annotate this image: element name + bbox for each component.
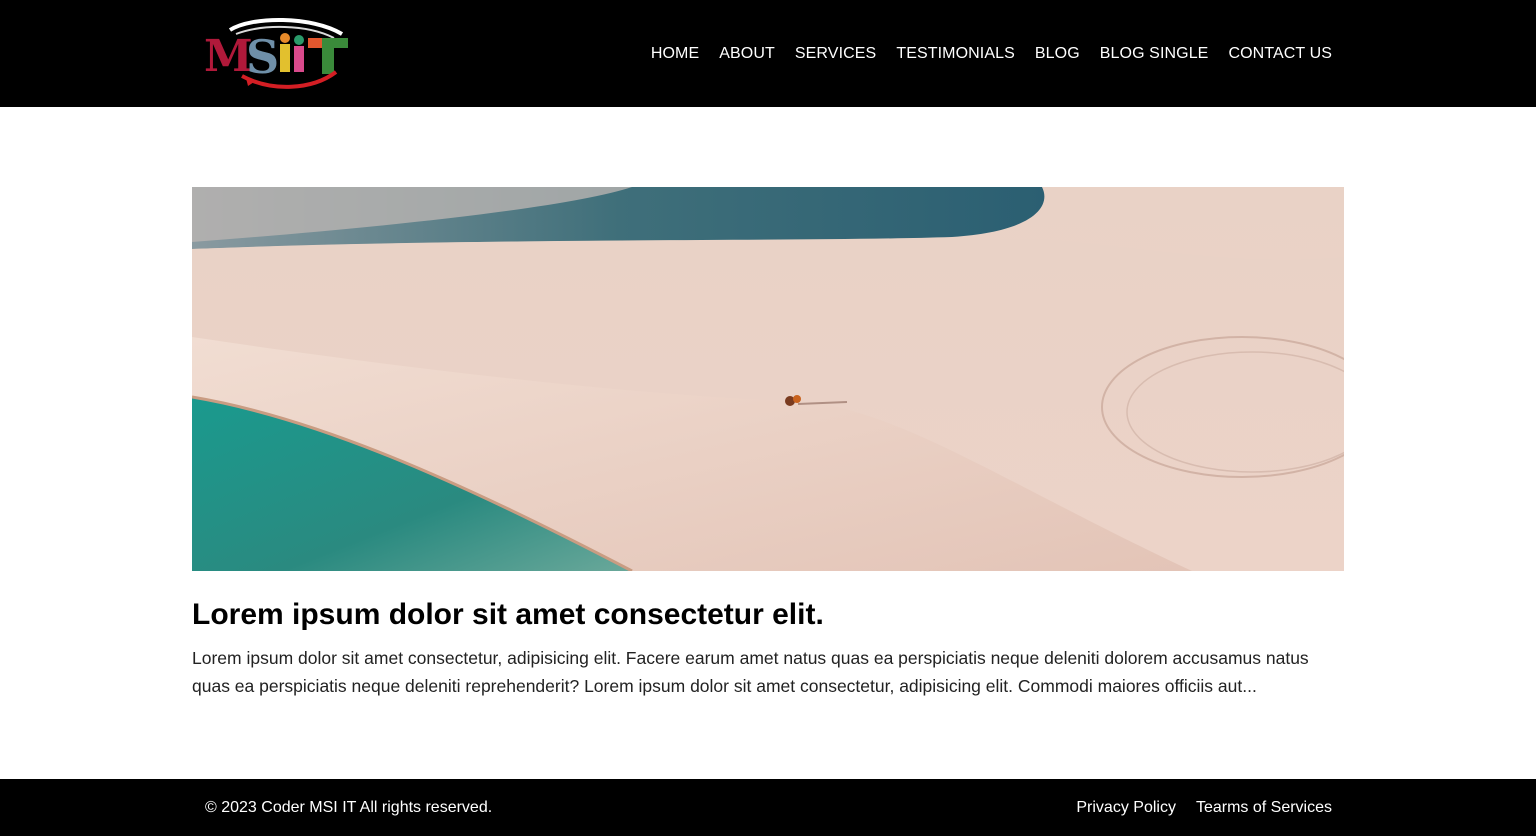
desert-lagoon-image [192, 187, 1344, 571]
post-title[interactable]: Lorem ipsum dolor sit amet consectetur e… [192, 596, 824, 634]
site-footer: © 2023 Coder MSI IT All rights reserved.… [0, 779, 1536, 836]
site-header: M S HOME ABOUT SERVICES TESTIMONIALS BLO… [0, 0, 1536, 107]
privacy-policy-link[interactable]: Privacy Policy [1076, 798, 1176, 818]
site-logo[interactable]: M S [202, 16, 352, 92]
msiit-logo-graphic: M S [204, 18, 348, 89]
nav-contact-us[interactable]: CONTACT US [1228, 44, 1332, 64]
svg-text:S: S [246, 30, 279, 84]
terms-of-services-link[interactable]: Tearms of Services [1196, 798, 1332, 818]
nav-about[interactable]: ABOUT [719, 44, 775, 64]
nav-blog[interactable]: BLOG [1035, 44, 1080, 64]
footer-links: Privacy Policy Tearms of Services [1076, 798, 1332, 818]
nav-home[interactable]: HOME [651, 44, 699, 64]
nav-blog-single[interactable]: BLOG SINGLE [1100, 44, 1209, 64]
copyright-text: © 2023 Coder MSI IT All rights reserved. [205, 799, 493, 816]
post-excerpt: Lorem ipsum dolor sit amet consectetur, … [192, 648, 1309, 696]
nav-testimonials[interactable]: TESTIMONIALS [896, 44, 1015, 64]
nav-services[interactable]: SERVICES [795, 44, 876, 64]
main-nav: HOME ABOUT SERVICES TESTIMONIALS BLOG BL… [651, 44, 1332, 64]
post-featured-image[interactable] [192, 187, 1344, 571]
